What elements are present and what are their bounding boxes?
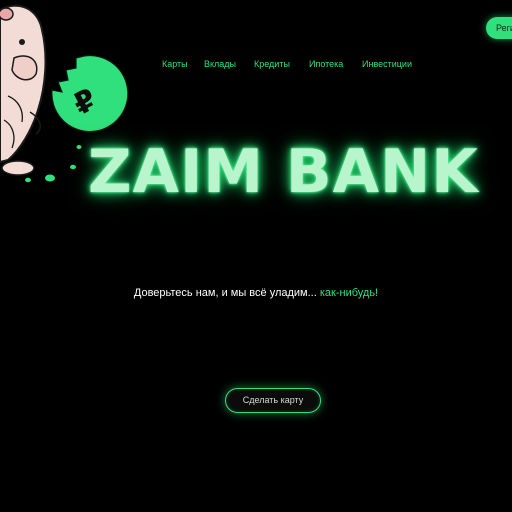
make-card-button[interactable]: Сделать карту [225, 388, 321, 413]
landing-page: ₽ Регистрация Карты Вклады Кредиты Ипоте… [0, 0, 512, 512]
logo-title: ZAIM BANK [88, 137, 479, 207]
nav-item-cards[interactable]: Карты [162, 58, 188, 70]
hero-tagline: Доверьтесь нам, и мы всё уладим... как-н… [0, 286, 512, 300]
nav-item-deposits[interactable]: Вклады [204, 58, 236, 70]
main-nav: Карты Вклады Кредиты Ипотека Инвестиции [0, 58, 512, 70]
tagline-text: Доверьтесь нам, и мы всё уладим... [133, 287, 320, 299]
nav-item-loans[interactable]: Кредиты [254, 58, 290, 70]
tagline-accent: как-нибудь! [319, 287, 379, 299]
nav-item-investments[interactable]: Инвестиции [362, 58, 412, 70]
nav-item-mortgage[interactable]: Ипотека [309, 58, 343, 70]
register-button[interactable]: Регистрация [486, 17, 512, 39]
